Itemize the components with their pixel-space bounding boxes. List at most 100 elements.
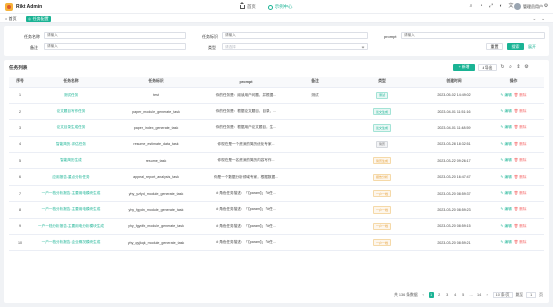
row-task-code: yhy_qyjkqk_module_generate_task xyxy=(111,234,201,252)
row-type: 一户一档 xyxy=(339,201,425,219)
type-select[interactable]: 请选择 xyxy=(222,42,368,50)
delete-button[interactable]: 🗑 删除 xyxy=(514,158,527,163)
row-no: 4 xyxy=(9,136,31,154)
row-actions: ✎ 编辑 🗑 删除 xyxy=(483,201,544,219)
column-header: 备注 xyxy=(291,77,339,88)
row-task-name[interactable]: 论文目录生成任务 xyxy=(31,119,111,137)
row-actions: ✎ 编辑 🗑 删除 xyxy=(483,234,544,252)
pager-total: 共 136 条数据 xyxy=(394,292,418,297)
page-number[interactable]: 3 xyxy=(445,292,450,298)
task-code-label: 任务标识 xyxy=(202,33,218,39)
page-number[interactable]: 14 xyxy=(477,292,482,298)
row-task-name[interactable]: 应用报告-重点分析任务 xyxy=(31,168,111,186)
density-icon[interactable]: ⇕ xyxy=(516,65,521,70)
prev-page-icon[interactable]: ‹ xyxy=(421,292,426,298)
row-task-name[interactable]: 智能简历生成 xyxy=(31,152,111,170)
edit-button[interactable]: ✎ 编辑 xyxy=(501,175,512,180)
column-header: 任务标识 xyxy=(111,77,201,88)
table-row: 1 测试任务 test 你的任务是：阅读用户问题，并根据... 测试 测试 2023-05-… xyxy=(9,87,544,104)
row-task-name[interactable]: 论文题目写作任务 xyxy=(31,103,111,121)
edit-button[interactable]: ✎ 编辑 xyxy=(501,109,512,114)
topnav-current[interactable]: 示例中心 xyxy=(267,4,292,10)
search-icon[interactable]: ⌕ xyxy=(468,3,474,9)
prompt-input[interactable] xyxy=(401,31,545,39)
row-remark xyxy=(291,201,339,219)
close-icon[interactable]: ⌄ xyxy=(541,16,545,22)
page-number[interactable]: 2 xyxy=(437,292,442,298)
delete-button[interactable]: 🗑 删除 xyxy=(514,191,527,196)
tab-home[interactable]: ⌂ 首页 xyxy=(3,16,19,22)
column-header: 类型 xyxy=(339,77,425,88)
page-number[interactable]: 1 xyxy=(428,292,434,298)
row-task-code: resume_estimate_data_task xyxy=(111,136,201,154)
fullscreen-icon[interactable]: ⤢ xyxy=(488,3,494,9)
row-task-name[interactable]: 一户一档分析报告-主要用电模块生成 xyxy=(31,185,111,203)
edit-button[interactable]: ✎ 编辑 xyxy=(501,240,512,245)
column-header: 序号 xyxy=(9,77,31,88)
row-task-name[interactable]: 一户一档分析报告-主要用电模块生成 xyxy=(31,201,111,219)
page-number[interactable]: ... xyxy=(469,292,474,298)
delete-button[interactable]: 🗑 删除 xyxy=(514,125,527,130)
edit-button[interactable]: ✎ 编辑 xyxy=(501,158,512,163)
chevron-down-icon[interactable]: ⌄ xyxy=(532,16,536,22)
page-number[interactable]: 5 xyxy=(461,292,466,298)
delete-button[interactable]: 🗑 删除 xyxy=(514,142,527,147)
bell-icon[interactable]: ◔ xyxy=(478,3,484,9)
search-button[interactable]: 搜索 xyxy=(507,42,524,50)
row-task-code: resume_task xyxy=(111,152,201,170)
circle-icon: ◎ xyxy=(28,16,32,21)
export-button[interactable]: ⭳ 导出 xyxy=(478,64,497,71)
page-number[interactable]: 4 xyxy=(453,292,458,298)
settings-icon[interactable]: ⚙ xyxy=(543,3,549,9)
edit-button[interactable]: ✎ 编辑 xyxy=(501,125,512,130)
add-button[interactable]: + 新增 xyxy=(453,64,475,71)
delete-button[interactable]: 🗑 删除 xyxy=(514,109,527,114)
delete-label: 删除 xyxy=(519,125,527,130)
delete-button[interactable]: 🗑 删除 xyxy=(514,175,527,180)
search-icon[interactable]: ⌕ xyxy=(508,65,513,70)
row-task-name[interactable]: 测试任务 xyxy=(31,87,111,104)
refresh-icon[interactable]: ↻ xyxy=(500,65,505,70)
edit-label: 编辑 xyxy=(504,92,512,97)
row-time: 2023-03-20 08:59:23 xyxy=(425,201,483,219)
row-type: 一户一档 xyxy=(339,218,425,236)
user-menu[interactable]: 管理员用户 xyxy=(514,3,543,10)
task-name-label: 任务名称 xyxy=(24,33,40,39)
edit-button[interactable]: ✎ 编辑 xyxy=(501,93,512,98)
column-icon[interactable]: ⚙ xyxy=(524,65,529,70)
edit-button[interactable]: ✎ 编辑 xyxy=(501,191,512,196)
column-header: 创建时间 xyxy=(425,77,483,88)
delete-button[interactable]: 🗑 删除 xyxy=(514,240,527,245)
table-body: 1 测试任务 test 你的任务是：阅读用户问题，并根据... 测试 测试 2023-05-… xyxy=(9,87,544,252)
edit-button[interactable]: ✎ 编辑 xyxy=(501,142,512,147)
jump-input[interactable]: 1 xyxy=(526,292,537,298)
row-no: 9 xyxy=(9,218,31,236)
remark-input[interactable] xyxy=(44,42,186,50)
delete-button[interactable]: 🗑 删除 xyxy=(514,224,527,229)
top-bar: Rikt Admin 首页 示例中心 ⌕ ◔ ⤢ ◐ 文 管理员用户 ⚙ xyxy=(0,0,553,14)
edit-button[interactable]: ✎ 编辑 xyxy=(501,207,512,212)
task-code-input[interactable] xyxy=(222,31,368,39)
row-remark: 测试 xyxy=(291,87,339,104)
github-icon[interactable]: ◐ xyxy=(498,3,504,9)
task-name-input[interactable] xyxy=(44,31,186,39)
row-task-name[interactable]: 一户一档分析报告-主要用电分析模块生成 xyxy=(31,218,111,236)
type-badge: 一户一档 xyxy=(372,222,391,230)
next-page-icon[interactable]: › xyxy=(485,292,490,298)
row-prompt: 你的任务是：根据论文题目、目录、... xyxy=(201,103,291,121)
expand-button[interactable]: 展开 xyxy=(528,44,536,50)
delete-button[interactable]: 🗑 删除 xyxy=(514,207,527,212)
edit-button[interactable]: ✎ 编辑 xyxy=(501,224,512,229)
page-list: 1 2 3 4 5... 14 xyxy=(428,292,482,298)
row-task-code: yhy_fgydn_module_generate_task xyxy=(111,201,201,219)
row-task-name[interactable]: 智能简历-评估任务 xyxy=(31,136,111,154)
row-time: 2023-03-22 09:26:17 xyxy=(425,152,483,170)
page-size-select[interactable]: 10 条/页 xyxy=(492,292,513,298)
row-actions: ✎ 编辑 🗑 删除 xyxy=(483,185,544,203)
row-actions: ✎ 编辑 🗑 删除 xyxy=(483,152,544,170)
row-task-name[interactable]: 一户一档分析报告-企业概况模块生成 xyxy=(31,234,111,252)
reset-button[interactable]: 重置 xyxy=(486,42,503,50)
topnav-home[interactable]: 首页 xyxy=(240,2,256,10)
tab-task-config[interactable]: ◎ 任务配置 xyxy=(26,15,51,22)
delete-button[interactable]: 🗑 删除 xyxy=(514,93,527,98)
